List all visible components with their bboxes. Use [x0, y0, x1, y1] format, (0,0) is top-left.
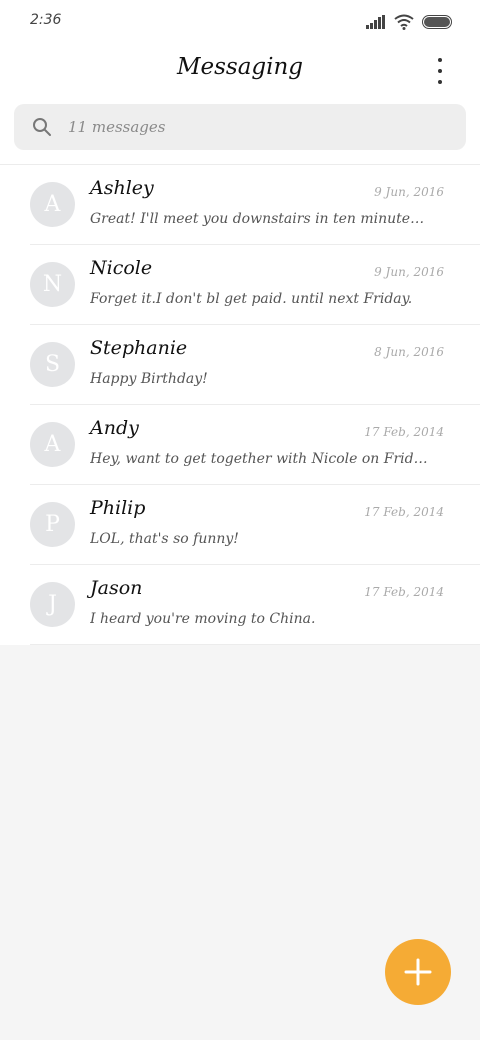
conversation-item[interactable]: S Stephanie 8 Jun, 2016 Happy Birthday!	[30, 325, 480, 405]
avatar: A	[30, 422, 75, 467]
message-preview: Forget it.I don't bl get paid. until nex…	[90, 291, 413, 307]
message-preview: Happy Birthday!	[90, 371, 208, 387]
conversation-list: A Ashley 9 Jun, 2016 Great! I'll meet yo…	[0, 164, 480, 645]
contact-name: Nicole	[90, 257, 153, 279]
avatar: J	[30, 582, 75, 627]
avatar: P	[30, 502, 75, 547]
wifi-icon	[394, 14, 414, 30]
message-date: 17 Feb, 2014	[364, 585, 444, 599]
contact-name: Andy	[90, 417, 139, 439]
kebab-dot	[438, 69, 442, 73]
message-date: 8 Jun, 2016	[374, 345, 444, 359]
message-preview: Great! I'll meet you downstairs in ten m…	[90, 211, 430, 227]
conversation-item[interactable]: A Andy 17 Feb, 2014 Hey, want to get tog…	[30, 405, 480, 485]
avatar: N	[30, 262, 75, 307]
search-input[interactable]	[66, 117, 430, 137]
more-options-icon[interactable]	[432, 58, 448, 84]
avatar: S	[30, 342, 75, 387]
conversation-item[interactable]: P Philip 17 Feb, 2014 LOL, that's so fun…	[30, 485, 480, 565]
message-preview: Hey, want to get together with Nicole on…	[90, 451, 430, 467]
message-date: 9 Jun, 2016	[374, 265, 444, 279]
status-icons	[366, 14, 452, 30]
conversation-item[interactable]: N Nicole 9 Jun, 2016 Forget it.I don't b…	[30, 245, 480, 325]
message-date: 9 Jun, 2016	[374, 185, 444, 199]
message-date: 17 Feb, 2014	[364, 425, 444, 439]
plus-icon	[404, 958, 432, 986]
avatar: A	[30, 182, 75, 227]
message-preview: I heard you're moving to China.	[90, 611, 316, 627]
conversation-item[interactable]: A Ashley 9 Jun, 2016 Great! I'll meet yo…	[30, 165, 480, 245]
contact-name: Jason	[90, 577, 143, 599]
new-message-button[interactable]	[385, 939, 451, 1005]
signal-icon	[366, 15, 385, 29]
message-preview: LOL, that's so funny!	[90, 531, 239, 547]
message-date: 17 Feb, 2014	[364, 505, 444, 519]
page-title: Messaging	[176, 54, 304, 80]
app-header: Messaging	[0, 44, 480, 96]
contact-name: Stephanie	[90, 337, 188, 359]
kebab-dot	[438, 80, 442, 84]
battery-icon	[422, 15, 452, 29]
contact-name: Ashley	[90, 177, 154, 199]
contact-name: Philip	[90, 497, 146, 519]
conversation-item[interactable]: J Jason 17 Feb, 2014 I heard you're movi…	[30, 565, 480, 645]
status-bar: 2:36	[0, 0, 480, 44]
kebab-dot	[438, 58, 442, 62]
status-time: 2:36	[30, 12, 62, 28]
search-box[interactable]	[14, 104, 466, 150]
search-icon	[33, 118, 51, 136]
search-area	[0, 96, 480, 164]
